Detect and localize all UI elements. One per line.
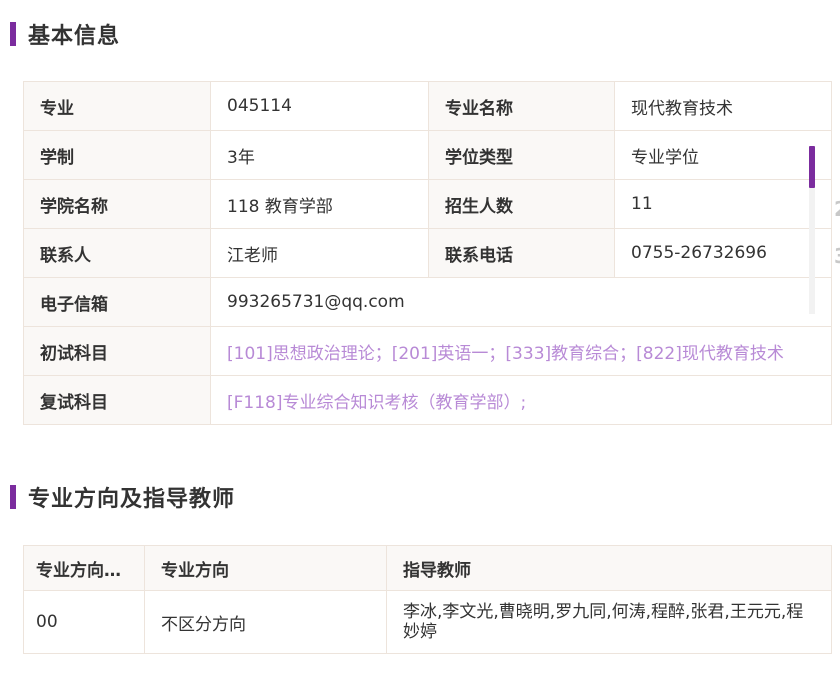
retest-label: 复试科目 xyxy=(23,375,211,425)
degree-type-value: 专业学位 xyxy=(614,130,832,180)
basic-info-table: 专业 045114 专业名称 现代教育技术 学制 3年 学位类型 专业学位 学院… xyxy=(23,81,832,425)
table-row: 学制 3年 学位类型 专业学位 xyxy=(23,130,832,180)
contact-value: 江老师 xyxy=(210,228,429,278)
heading-accent-bar xyxy=(10,22,16,46)
header-direction: 专业方向 xyxy=(144,545,387,591)
table-row: 电子信箱 993265731@qq.com xyxy=(23,277,832,327)
email-value: 993265731@qq.com xyxy=(210,277,832,327)
direction-code: 00 xyxy=(23,590,145,654)
header-direction-code: 专业方向代码 xyxy=(23,545,145,591)
major-code: 045114 xyxy=(210,81,429,131)
header-advisors: 指导教师 xyxy=(386,545,832,591)
direction-name: 不区分方向 xyxy=(144,590,387,654)
major-label: 专业 xyxy=(23,81,211,131)
phone-value: 0755-26732696 xyxy=(614,228,832,278)
major-name: 现代教育技术 xyxy=(614,81,832,131)
basic-info-title: 基本信息 xyxy=(28,24,121,49)
enrollment-value: 11 xyxy=(614,179,832,229)
table-row: 初试科目 [101]思想政治理论；[201]英语一；[333]教育综合；[822… xyxy=(23,326,832,376)
email-label: 电子信箱 xyxy=(23,277,211,327)
table-row: 专业 045114 专业名称 现代教育技术 xyxy=(23,81,832,131)
college-label: 学院名称 xyxy=(23,179,211,229)
directions-heading: 专业方向及指导教师 xyxy=(10,484,236,512)
edge-digit: 2 xyxy=(834,197,840,221)
scrollbar-thumb[interactable] xyxy=(809,146,815,188)
duration-label: 学制 xyxy=(23,130,211,180)
initial-exam-link[interactable]: [101]思想政治理论；[201]英语一；[333]教育综合；[822]现代教育… xyxy=(210,326,832,376)
retest-link[interactable]: [F118]专业综合知识考核（教育学部）; xyxy=(210,375,832,425)
table-row: 学院名称 118 教育学部 招生人数 11 xyxy=(23,179,832,229)
table-row: 复试科目 [F118]专业综合知识考核（教育学部）; xyxy=(23,375,832,425)
heading-accent-bar xyxy=(10,485,16,509)
duration-value: 3年 xyxy=(210,130,429,180)
table-header-row: 专业方向代码 专业方向 指导教师 xyxy=(23,545,832,591)
table-row: 联系人 江老师 联系电话 0755-26732696 xyxy=(23,228,832,278)
initial-exam-label: 初试科目 xyxy=(23,326,211,376)
basic-info-heading: 基本信息 xyxy=(10,21,121,49)
table-row: 00 不区分方向 李冰,李文光,曹晓明,罗九同,何涛,程醉,张君,王元元,程妙婷 xyxy=(23,590,832,654)
degree-type-label: 学位类型 xyxy=(428,130,615,180)
edge-digit: 3 xyxy=(834,244,840,268)
advisor-list: 李冰,李文光,曹晓明,罗九同,何涛,程醉,张君,王元元,程妙婷 xyxy=(386,590,832,654)
directions-title: 专业方向及指导教师 xyxy=(28,487,236,512)
directions-table: 专业方向代码 专业方向 指导教师 00 不区分方向 李冰,李文光,曹晓明,罗九同… xyxy=(23,545,832,654)
major-name-label: 专业名称 xyxy=(428,81,615,131)
enrollment-label: 招生人数 xyxy=(428,179,615,229)
phone-label: 联系电话 xyxy=(428,228,615,278)
contact-label: 联系人 xyxy=(23,228,211,278)
college-value: 118 教育学部 xyxy=(210,179,429,229)
